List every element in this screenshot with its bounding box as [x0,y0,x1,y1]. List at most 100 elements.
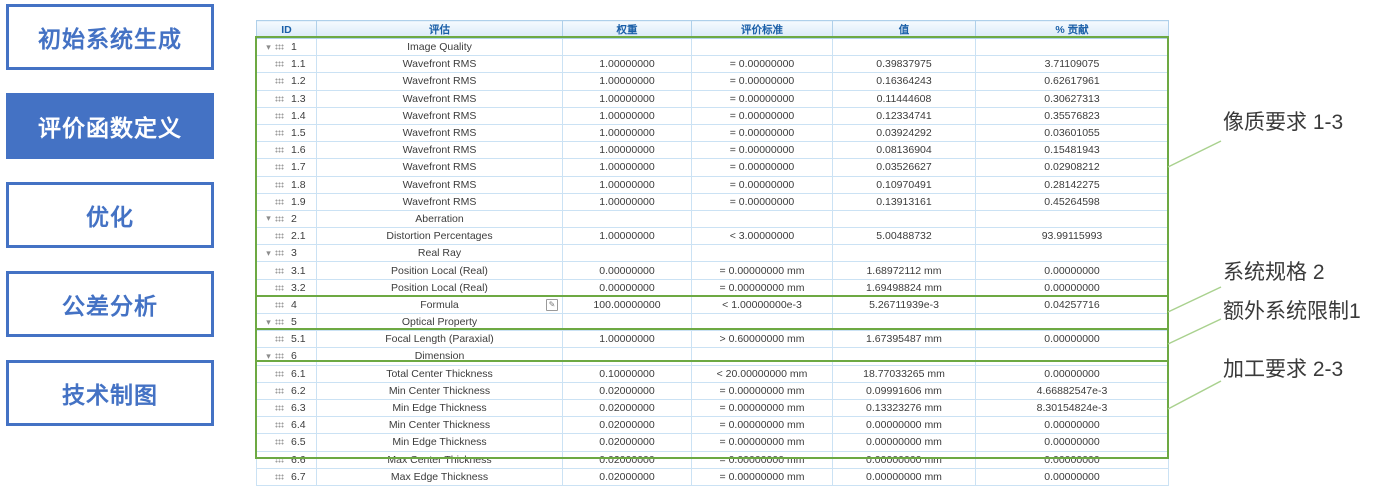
table-row[interactable]: ▾ 6.5 Min Edge Thickness ✎ 0.02000000 = … [257,434,1169,451]
cell-id[interactable]: ▾ 1.5 [257,124,317,141]
cell-id[interactable]: ▾ 6.5 [257,434,317,451]
cell-id[interactable]: ▾ 1.7 [257,159,317,176]
cell-weight[interactable]: 0.00000000 [563,279,692,296]
cell-contribution[interactable]: 3.71109075 [976,56,1169,73]
cell-id[interactable]: ▾ 5.1 [257,331,317,348]
table-row[interactable]: ▾ 6.7 Max Edge Thickness ✎ 0.02000000 = … [257,468,1169,485]
collapse-triangle-icon[interactable]: ▾ [262,352,275,361]
cell-id[interactable]: ▾ 3.1 [257,262,317,279]
cell-id[interactable]: ▾ 2.1 [257,228,317,245]
cell-criteria[interactable]: = 0.00000000 mm [692,468,833,485]
drag-handle-icon[interactable] [275,388,284,394]
cell-id[interactable]: ▾ 6.1 [257,365,317,382]
cell-evaluation[interactable]: Wavefront RMS ✎ [317,159,563,176]
cell-criteria[interactable]: = 0.00000000 mm [692,434,833,451]
collapse-triangle-icon[interactable]: ▾ [262,318,275,327]
cell-evaluation[interactable]: Wavefront RMS ✎ [317,142,563,159]
cell-id[interactable]: ▾ 5 [257,314,317,331]
drag-handle-icon[interactable] [275,61,284,67]
cell-id[interactable]: ▾ 6.3 [257,399,317,416]
cell-id[interactable]: ▾ 3 [257,245,317,262]
cell-criteria[interactable]: < 1.00000000e-3 [692,296,833,313]
table-row[interactable]: ▾ 1.6 Wavefront RMS ✎ 1.00000000 = 0.000… [257,142,1169,159]
cell-contribution[interactable] [976,348,1169,365]
cell-weight[interactable]: 1.00000000 [563,142,692,159]
cell-criteria[interactable]: = 0.00000000 [692,73,833,90]
cell-criteria[interactable]: < 3.00000000 [692,228,833,245]
cell-contribution[interactable]: 0.00000000 [976,468,1169,485]
cell-criteria[interactable]: > 0.60000000 mm [692,331,833,348]
drag-handle-icon[interactable] [275,285,284,291]
cell-contribution[interactable]: 93.99115993 [976,228,1169,245]
cell-id[interactable]: ▾ 1.3 [257,90,317,107]
drag-handle-icon[interactable] [275,96,284,102]
cell-value[interactable]: 18.77033265 mm [833,365,976,382]
cell-value[interactable]: 0.13323276 mm [833,399,976,416]
cell-evaluation[interactable]: Distortion Percentages ✎ [317,228,563,245]
drag-handle-icon[interactable] [275,130,284,136]
cell-id[interactable]: ▾ 4 [257,296,317,313]
cell-evaluation[interactable]: Wavefront RMS ✎ [317,193,563,210]
cell-value[interactable]: 0.00000000 mm [833,434,976,451]
table-row[interactable]: ▾ 1.1 Wavefront RMS ✎ 1.00000000 = 0.000… [257,56,1169,73]
drag-handle-icon[interactable] [275,474,284,480]
collapse-triangle-icon[interactable]: ▾ [262,214,275,223]
cell-id[interactable]: ▾ 6 [257,348,317,365]
cell-id[interactable]: ▾ 1.8 [257,176,317,193]
cell-contribution[interactable] [976,210,1169,227]
col-header-id[interactable]: ID [257,21,317,39]
cell-evaluation[interactable]: Min Center Thickness ✎ [317,417,563,434]
table-row[interactable]: ▾ 6.4 Min Center Thickness ✎ 0.02000000 … [257,417,1169,434]
cell-contribution[interactable]: 0.30627313 [976,90,1169,107]
cell-id[interactable]: ▾ 1.6 [257,142,317,159]
cell-evaluation[interactable]: Wavefront RMS ✎ [317,124,563,141]
cell-evaluation[interactable]: Min Edge Thickness ✎ [317,399,563,416]
cell-criteria[interactable]: = 0.00000000 [692,159,833,176]
col-header-value[interactable]: 值 [833,21,976,39]
cell-weight[interactable]: 0.02000000 [563,417,692,434]
cell-contribution[interactable]: 0.02908212 [976,159,1169,176]
cell-id[interactable]: ▾ 2 [257,210,317,227]
cell-weight[interactable]: 1.00000000 [563,90,692,107]
drag-handle-icon[interactable] [275,302,284,308]
cell-weight[interactable]: 1.00000000 [563,176,692,193]
cell-contribution[interactable]: 4.66882547e-3 [976,382,1169,399]
cell-contribution[interactable] [976,245,1169,262]
cell-contribution[interactable]: 0.00000000 [976,417,1169,434]
cell-evaluation[interactable]: Optical Property ✎ [317,314,563,331]
cell-id[interactable]: ▾ 3.2 [257,279,317,296]
cell-criteria[interactable] [692,39,833,56]
cell-criteria[interactable]: = 0.00000000 mm [692,382,833,399]
table-row[interactable]: ▾ 3 Real Ray ✎ [257,245,1169,262]
col-header-weight[interactable]: 权重 [563,21,692,39]
cell-contribution[interactable]: 0.00000000 [976,279,1169,296]
cell-evaluation[interactable]: Dimension ✎ [317,348,563,365]
col-header-criteria[interactable]: 评价标准 [692,21,833,39]
cell-weight[interactable]: 0.02000000 [563,382,692,399]
cell-value[interactable]: 0.12334741 [833,107,976,124]
table-row[interactable]: ▾ 1.4 Wavefront RMS ✎ 1.00000000 = 0.000… [257,107,1169,124]
drag-handle-icon[interactable] [275,78,284,84]
cell-evaluation[interactable]: Image Quality ✎ [317,39,563,56]
cell-weight[interactable]: 0.02000000 [563,399,692,416]
cell-contribution[interactable] [976,314,1169,331]
cell-value[interactable] [833,39,976,56]
cell-value[interactable]: 0.10970491 [833,176,976,193]
cell-weight[interactable]: 1.00000000 [563,107,692,124]
col-header-contribution[interactable]: % 贡献 [976,21,1169,39]
sidebar-item-merit-function-definition[interactable]: 评价函数定义 [6,93,214,159]
cell-value[interactable]: 0.09991606 mm [833,382,976,399]
cell-value[interactable]: 5.26711939e-3 [833,296,976,313]
cell-weight[interactable]: 100.00000000 [563,296,692,313]
drag-handle-icon[interactable] [275,113,284,119]
cell-weight[interactable] [563,210,692,227]
table-row[interactable]: ▾ 2.1 Distortion Percentages ✎ 1.0000000… [257,228,1169,245]
cell-weight[interactable]: 1.00000000 [563,56,692,73]
sidebar-item-optimization[interactable]: 优化 [6,182,214,248]
table-row[interactable]: ▾ 1.5 Wavefront RMS ✎ 1.00000000 = 0.000… [257,124,1169,141]
drag-handle-icon[interactable] [275,44,284,50]
table-row[interactable]: ▾ 6.6 Max Center Thickness ✎ 0.02000000 … [257,451,1169,468]
cell-value[interactable]: 0.03924292 [833,124,976,141]
cell-value[interactable] [833,348,976,365]
cell-evaluation[interactable]: Wavefront RMS ✎ [317,90,563,107]
